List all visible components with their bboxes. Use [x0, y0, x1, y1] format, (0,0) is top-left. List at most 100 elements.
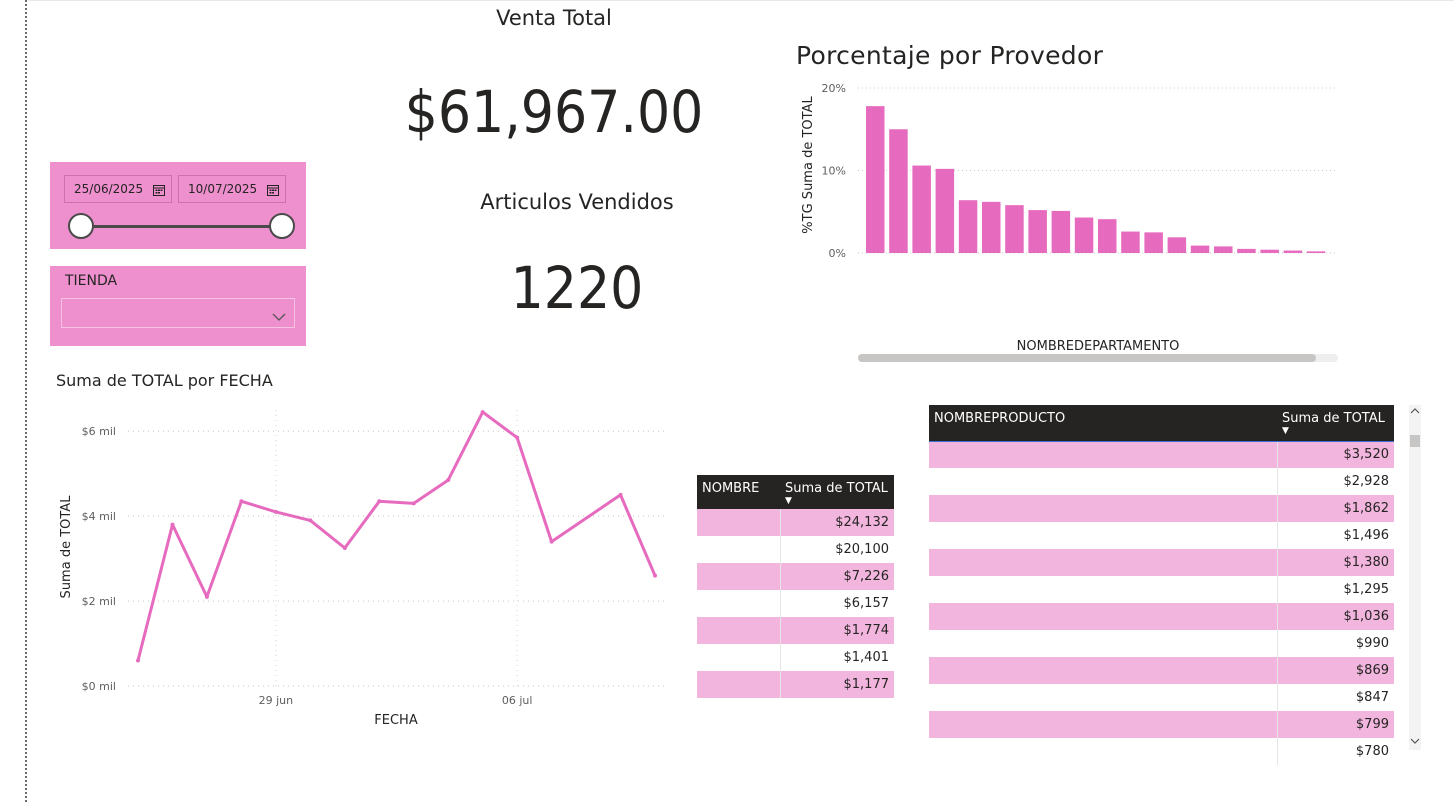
- scroll-down-icon[interactable]: [1410, 730, 1420, 749]
- line-chart-ylabel: Suma de TOTAL: [59, 495, 74, 599]
- producto-name-cell: [929, 522, 1278, 549]
- line-point[interactable]: [170, 522, 175, 527]
- nombre-table: NOMBRE Suma de TOTAL ▼ $24,132 $20,100 $7,2…: [697, 475, 894, 698]
- sort-descending-icon[interactable]: ▼: [1282, 427, 1389, 436]
- bar[interactable]: [1283, 250, 1303, 253]
- bar[interactable]: [982, 201, 1001, 253]
- bar-chart-scrollbar[interactable]: [858, 354, 1316, 362]
- bar[interactable]: [1260, 249, 1279, 253]
- producto-name-cell: [929, 468, 1278, 495]
- producto-row[interactable]: $1,862: [929, 495, 1394, 522]
- producto-row[interactable]: $1,496: [929, 522, 1394, 549]
- producto-row[interactable]: $1,295: [929, 576, 1394, 603]
- line-point[interactable]: [618, 492, 623, 497]
- line-point[interactable]: [204, 594, 209, 599]
- nombre-row[interactable]: $20,100: [697, 536, 894, 563]
- producto-row[interactable]: $2,928: [929, 468, 1394, 495]
- line-point[interactable]: [377, 499, 382, 504]
- producto-total-cell: $1,036: [1277, 603, 1394, 630]
- line-point[interactable]: [342, 546, 347, 550]
- bar-chart-xlabel: NOMBREDEPARTAMENTO: [1017, 339, 1180, 354]
- nombre-row[interactable]: $1,401: [697, 644, 894, 671]
- bar-chart-ylabel: %TG Suma de TOTAL: [801, 96, 816, 234]
- producto-name-cell: [929, 711, 1278, 738]
- line-point[interactable]: [411, 501, 416, 506]
- bar[interactable]: [1074, 217, 1094, 253]
- producto-name-cell: [929, 738, 1278, 765]
- nombre-row[interactable]: $7,226: [697, 563, 894, 590]
- producto-total-cell: $847: [1355, 690, 1389, 705]
- producto-header[interactable]: NOMBREPRODUCTO: [929, 405, 1277, 442]
- bar[interactable]: [1005, 205, 1024, 253]
- line-xtick-label: 29 jun: [259, 694, 294, 707]
- producto-row[interactable]: $990: [929, 630, 1394, 657]
- producto-name-cell: [929, 684, 1278, 711]
- line-point[interactable]: [273, 509, 278, 514]
- bar[interactable]: [866, 106, 885, 254]
- tienda-dropdown[interactable]: [61, 298, 295, 328]
- producto-scroll-thumb[interactable]: [1410, 435, 1420, 447]
- line-point[interactable]: [549, 539, 554, 544]
- bar-ytick-label: 0%: [829, 247, 846, 260]
- bar[interactable]: [1121, 231, 1140, 253]
- start-date-field[interactable]: 25/06/2025: [64, 175, 172, 203]
- sort-descending-icon[interactable]: ▼: [785, 497, 889, 506]
- bar[interactable]: [1098, 219, 1117, 253]
- producto-row[interactable]: $847: [929, 684, 1394, 711]
- bar[interactable]: [1167, 237, 1187, 253]
- nombre-header[interactable]: NOMBRE: [697, 475, 780, 509]
- nombre-row[interactable]: $6,157: [697, 590, 894, 617]
- nombre-total-header[interactable]: Suma de TOTAL ▼: [780, 475, 894, 509]
- range-end-handle[interactable]: [269, 213, 295, 239]
- scroll-up-icon[interactable]: [1410, 407, 1420, 418]
- date-range-slicer: 25/06/2025 10/07/2025: [50, 162, 306, 249]
- producto-total-cell: $1,862: [1277, 495, 1394, 522]
- line-point[interactable]: [446, 478, 451, 483]
- line-point[interactable]: [136, 658, 140, 663]
- producto-row[interactable]: $1,036: [929, 603, 1394, 630]
- start-date-value: 25/06/2025: [74, 182, 144, 196]
- line-series-path: [136, 410, 657, 661]
- end-date-field[interactable]: 10/07/2025: [178, 175, 286, 203]
- producto-row[interactable]: $1,380: [929, 549, 1394, 576]
- tienda-slicer: TIENDA: [50, 266, 306, 346]
- calendar-icon[interactable]: [267, 176, 279, 202]
- producto-row[interactable]: $3,520: [929, 441, 1394, 468]
- bar[interactable]: [912, 165, 931, 253]
- bar[interactable]: [1144, 232, 1163, 253]
- nombre-row[interactable]: $24,132: [697, 509, 894, 536]
- line-point[interactable]: [653, 573, 657, 578]
- bar[interactable]: [958, 200, 978, 253]
- range-start-handle[interactable]: [68, 213, 94, 239]
- nombre-row[interactable]: $1,177: [697, 671, 894, 698]
- producto-row[interactable]: $799: [929, 711, 1394, 738]
- nombre-total-cell: $1,774: [780, 617, 894, 644]
- nombre-row[interactable]: $1,774: [697, 617, 894, 644]
- producto-table: NOMBREPRODUCTO Suma de TOTAL ▼ $3,520 $2,9…: [929, 405, 1394, 765]
- bar[interactable]: [1190, 245, 1210, 253]
- line-chart: $0 mil $2 mil $4 mil $6 mil 29 jun 06 jul Su…: [59, 410, 665, 728]
- bar[interactable]: [1214, 246, 1233, 253]
- producto-total-cell: $990: [1355, 636, 1389, 651]
- bar[interactable]: [1051, 210, 1071, 253]
- bar[interactable]: [935, 168, 955, 253]
- bar[interactable]: [889, 129, 908, 253]
- producto-name-cell: [929, 549, 1278, 576]
- nombre-name-cell: [697, 509, 781, 536]
- line-point[interactable]: [480, 410, 485, 415]
- bar[interactable]: [1028, 210, 1047, 253]
- line-point[interactable]: [239, 499, 244, 504]
- producto-row[interactable]: $869: [929, 657, 1394, 684]
- producto-table-scrollbar[interactable]: [1409, 405, 1421, 750]
- producto-total-header[interactable]: Suma de TOTAL ▼: [1277, 405, 1394, 442]
- producto-row[interactable]: $780: [929, 738, 1394, 765]
- bar[interactable]: [1306, 251, 1326, 253]
- line-point[interactable]: [308, 518, 313, 523]
- line-point[interactable]: [515, 435, 520, 440]
- bar[interactable]: [1237, 248, 1256, 253]
- nombre-total-cell: $7,226: [780, 563, 894, 590]
- bar-chart: 0% 10% 20% %TG Suma de TOTAL NOMBREDEPARTA…: [801, 82, 1338, 362]
- chevron-down-icon[interactable]: [272, 307, 286, 326]
- date-range-track[interactable]: [82, 225, 282, 228]
- calendar-icon[interactable]: [153, 176, 165, 202]
